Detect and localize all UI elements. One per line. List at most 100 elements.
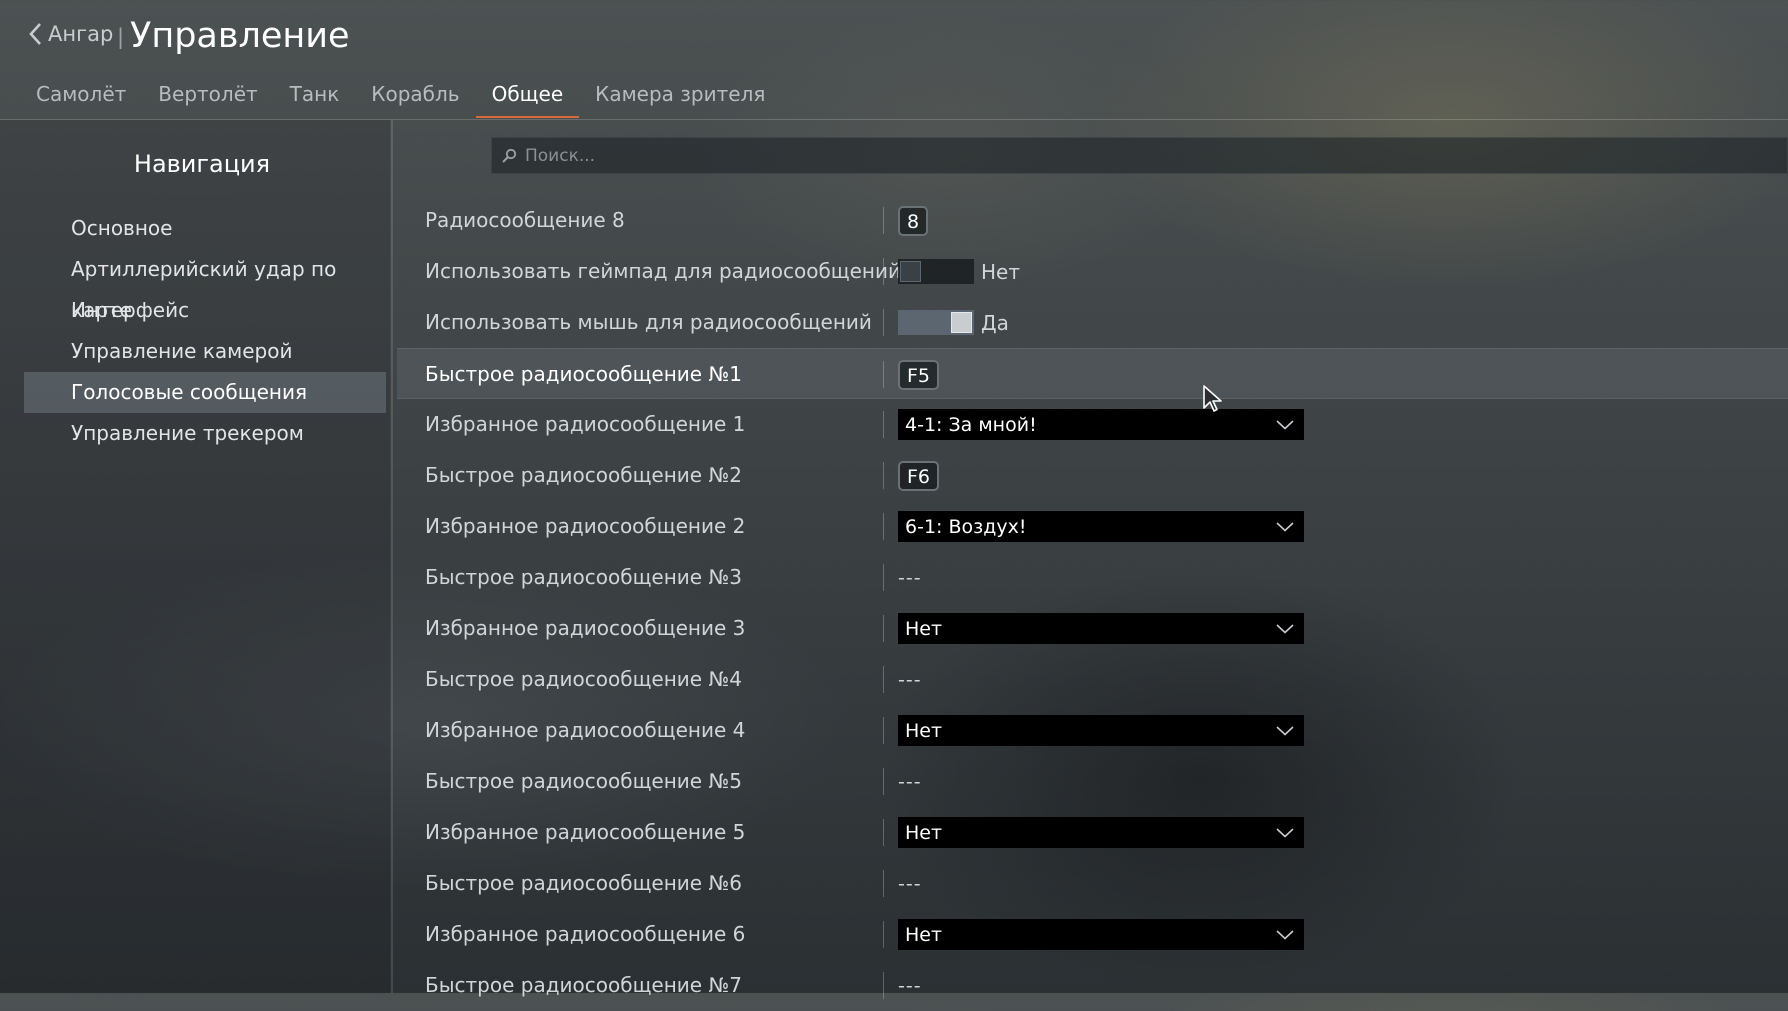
row-separator (883, 513, 884, 540)
setting-row: Быстрое радиосообщение №3 --- (397, 552, 1788, 603)
select-value: Нет (905, 923, 943, 946)
unassigned-keybind[interactable]: --- (898, 771, 922, 793)
chevron-down-icon (1276, 419, 1294, 430)
sidebar-title: Навигация (133, 150, 271, 178)
search-icon (501, 148, 517, 164)
chevron-down-icon (1276, 929, 1294, 940)
toggle-state-label: Нет (981, 259, 1020, 284)
search-bar (491, 137, 1788, 174)
mouse-pointer-icon (1202, 384, 1224, 418)
row-separator (883, 207, 884, 234)
setting-row: Быстрое радиосообщение №6 --- (397, 858, 1788, 909)
row-separator (883, 768, 884, 795)
gamepad-toggle[interactable] (898, 259, 974, 284)
favorite-message-select[interactable]: 4-1: За мной! (898, 409, 1304, 440)
toggle-state-label: Да (981, 310, 1009, 335)
setting-label: Быстрое радиосообщение №5 (425, 769, 742, 793)
favorite-message-select[interactable]: Нет (898, 817, 1304, 848)
setting-row: Использовать геймпад для радиосообщений … (397, 246, 1788, 297)
tab-ship[interactable]: Корабль (355, 76, 475, 118)
row-separator (883, 666, 884, 693)
setting-label: Быстрое радиосообщение №4 (425, 667, 742, 691)
settings-list: Радиосообщение 8 8 Использовать геймпад … (397, 195, 1788, 1011)
unassigned-keybind[interactable]: --- (898, 975, 922, 997)
setting-label: Избранное радиосообщение 3 (425, 616, 746, 640)
sidebar-item-interface[interactable]: Интерфейс (24, 290, 386, 331)
setting-label: Быстрое радиосообщение №7 (425, 973, 742, 997)
sidebar-item-camera[interactable]: Управление камерой (24, 331, 386, 372)
row-separator (883, 972, 884, 999)
select-value: 6-1: Воздух! (905, 515, 1027, 538)
select-value: Нет (905, 821, 943, 844)
keybind-button[interactable]: F6 (898, 460, 940, 491)
search-input[interactable] (523, 144, 1727, 167)
setting-row: Избранное радиосообщение 3 Нет (397, 603, 1788, 654)
tab-tank[interactable]: Танк (274, 76, 356, 118)
tab-helicopter[interactable]: Вертолёт (142, 76, 273, 118)
row-separator (883, 258, 884, 285)
setting-label: Использовать геймпад для радиосообщений (425, 259, 901, 283)
setting-label: Избранное радиосообщение 5 (425, 820, 746, 844)
setting-label: Избранное радиосообщение 6 (425, 922, 746, 946)
mouse-toggle[interactable] (898, 310, 974, 335)
select-value: 4-1: За мной! (905, 413, 1037, 436)
select-value: Нет (905, 617, 943, 640)
favorite-message-select[interactable]: 6-1: Воздух! (898, 511, 1304, 542)
setting-label: Быстрое радиосообщение №3 (425, 565, 742, 589)
row-separator (883, 717, 884, 744)
setting-label: Быстрое радиосообщение №1 (425, 362, 742, 386)
chevron-down-icon (1276, 827, 1294, 838)
page-title: Управление (130, 16, 350, 56)
unassigned-keybind[interactable]: --- (898, 567, 922, 589)
setting-row: Быстрое радиосообщение №7 --- (397, 960, 1788, 1011)
setting-row: Избранное радиосообщение 4 Нет (397, 705, 1788, 756)
select-value: Нет (905, 719, 943, 742)
tab-bar: Самолёт Вертолёт Танк Корабль Общее Каме… (20, 76, 781, 118)
row-separator (883, 819, 884, 846)
keybind-button[interactable]: F5 (898, 359, 940, 390)
row-separator (883, 309, 884, 336)
setting-row: Избранное радиосообщение 2 6-1: Воздух! (397, 501, 1788, 552)
sidebar-item-voice-messages[interactable]: Голосовые сообщения (24, 372, 386, 413)
chevron-down-icon (1276, 521, 1294, 532)
row-separator (883, 411, 884, 438)
tab-plane[interactable]: Самолёт (20, 76, 142, 118)
sidebar-item-artillery[interactable]: Артиллерийский удар по карте (24, 249, 386, 322)
row-separator (883, 615, 884, 642)
setting-row: Избранное радиосообщение 6 Нет (397, 909, 1788, 960)
unassigned-keybind[interactable]: --- (898, 669, 922, 691)
header: Ангар | Управление Самолёт Вертолёт Танк… (0, 0, 1788, 120)
setting-label: Избранное радиосообщение 4 (425, 718, 746, 742)
setting-row: Избранное радиосообщение 5 Нет (397, 807, 1788, 858)
favorite-message-select[interactable]: Нет (898, 613, 1304, 644)
setting-label: Использовать мышь для радиосообщений (425, 310, 872, 334)
row-separator (883, 564, 884, 591)
setting-label: Быстрое радиосообщение №6 (425, 871, 742, 895)
setting-label: Избранное радиосообщение 1 (425, 412, 746, 436)
title-separator: | (117, 25, 125, 49)
setting-label: Быстрое радиосообщение №2 (425, 463, 742, 487)
tab-general[interactable]: Общее (475, 76, 580, 118)
sidebar-item-basic[interactable]: Основное (24, 208, 386, 249)
unassigned-keybind[interactable]: --- (898, 873, 922, 895)
back-label: Ангар (48, 22, 114, 46)
setting-label: Радиосообщение 8 (425, 208, 625, 232)
chevron-left-icon (28, 22, 42, 46)
setting-row: Радиосообщение 8 8 (397, 195, 1788, 246)
setting-label: Избранное радиосообщение 2 (425, 514, 746, 538)
setting-row: Быстрое радиосообщение №2 F6 (397, 450, 1788, 501)
sidebar-nav: Основное Артиллерийский удар по карте Ин… (24, 208, 386, 454)
setting-row-highlighted: Быстрое радиосообщение №1 F5 (397, 348, 1788, 399)
back-button[interactable]: Ангар (28, 22, 113, 46)
row-separator (883, 361, 884, 388)
favorite-message-select[interactable]: Нет (898, 919, 1304, 950)
keybind-button[interactable]: 8 (898, 205, 929, 236)
sidebar-item-tracker[interactable]: Управление трекером (24, 413, 386, 454)
row-separator (883, 870, 884, 897)
setting-row: Быстрое радиосообщение №5 --- (397, 756, 1788, 807)
tab-spectator-camera[interactable]: Камера зрителя (579, 76, 781, 118)
toggle-knob (900, 261, 921, 282)
toggle-knob (951, 312, 972, 333)
favorite-message-select[interactable]: Нет (898, 715, 1304, 746)
setting-row: Быстрое радиосообщение №4 --- (397, 654, 1788, 705)
